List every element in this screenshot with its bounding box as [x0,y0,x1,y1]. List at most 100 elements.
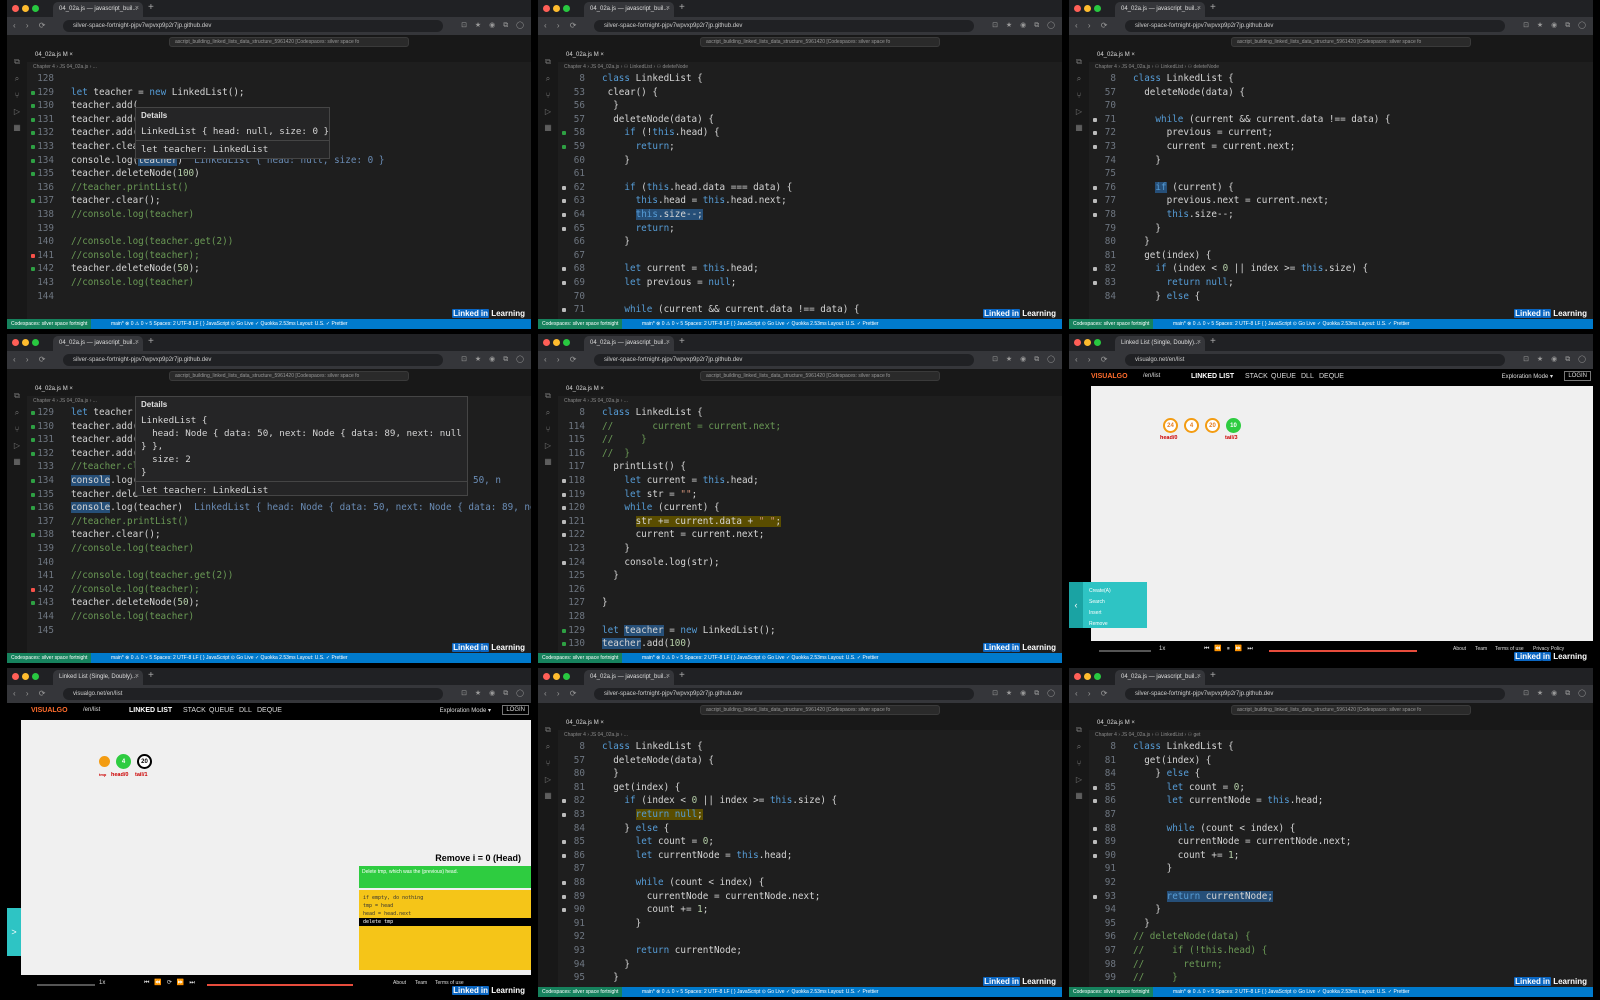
close-tab-icon[interactable]: × [1197,673,1201,680]
minimize-window-icon[interactable] [1084,673,1091,680]
speed-slider[interactable] [37,984,95,986]
list-node[interactable]: 10 [1226,418,1241,433]
new-tab-icon[interactable]: + [1210,670,1216,681]
extension-icons[interactable]: ⊡ ★ ◉ ⧉ ◯ [992,21,1058,30]
playback-buttons-icon[interactable]: ⏮⏪⏸⏩⏭ [1204,645,1258,653]
minimize-window-icon[interactable] [1084,5,1091,12]
editor-tab[interactable]: 04_02a.js M × [1097,720,1135,726]
url-field[interactable]: silver-space-fortnight-pjpv7wpvxp9p2r7jp… [1125,20,1505,32]
browser-tab[interactable]: 04_02a.js — javascript_buil... × [53,2,143,17]
explorer-icon[interactable]: ⧉ [7,57,27,67]
close-tab-icon[interactable]: × [1197,5,1201,12]
extensions-icon[interactable]: ▦ [538,123,558,132]
visualization-canvas[interactable]: 24 4 20 10 head/0 tail/3 [1091,386,1593,641]
url-field[interactable]: silver-space-fortnight-pjpv7wpvxp9p2r7jp… [1125,688,1505,700]
remote-indicator[interactable]: Codespaces: silver space fortnight [7,653,92,663]
visualization-canvas[interactable]: 24 4 20 tmp head/0 tail/1 Remove i = 0 (… [21,720,531,975]
nav-buttons-icon[interactable]: ‹ › ⟳ [1075,355,1111,364]
run-debug-icon[interactable]: ▷ [538,775,558,784]
visualgo-logo[interactable]: VISUALGO [1091,373,1128,380]
extensions-icon[interactable]: ▦ [538,457,558,466]
maximize-window-icon[interactable] [563,339,570,346]
url-field[interactable]: silver-space-fortnight-pjpv7wpvxp9p2r7jp… [594,688,974,700]
nav-deque[interactable]: DEQUE [257,707,282,714]
browser-tab[interactable]: 04_02a.js — javascript_buil... × [53,336,143,351]
command-center-search[interactable]: ascript_building_linked_lists_data_struc… [169,37,409,47]
list-node[interactable]: 4 [1184,418,1199,433]
extension-icons[interactable]: ⊡ ★ ◉ ⧉ ◯ [992,689,1058,698]
nav-buttons-icon[interactable]: ‹ › ⟳ [544,21,580,30]
extension-icons[interactable]: ⊡ ★ ◉ ⧉ ◯ [1523,689,1589,698]
editor-tab[interactable]: 04_02a.js M × [566,720,604,726]
list-node[interactable]: 24 [1163,418,1178,433]
close-window-icon[interactable] [1074,673,1081,680]
search-icon[interactable]: ⌕ [7,74,27,84]
language-path[interactable]: /en/list [83,707,100,713]
extensions-icon[interactable]: ▦ [1069,123,1089,132]
code-editor[interactable]: 8 class LinkedList {57 deleteNode(data) {… [1089,72,1593,319]
nav-deque[interactable]: DEQUE [1319,373,1344,380]
footer-team[interactable]: Team [1475,646,1487,652]
breadcrumb[interactable]: Chapter 4 › JS 04_02a.js › ⚇ LinkedList … [558,62,1062,72]
maximize-window-icon[interactable] [1094,673,1101,680]
editor-tab[interactable]: 04_02a.js M × [566,52,604,58]
search-icon[interactable]: ⌕ [538,408,558,418]
extension-icons[interactable]: ⊡ ★ ◉ ⧉ ◯ [461,21,527,30]
url-field[interactable]: silver-space-fortnight-pjpv7wpvxp9p2r7jp… [63,20,443,32]
nav-buttons-icon[interactable]: ‹ › ⟳ [544,355,580,364]
footer-about[interactable]: About [393,980,406,986]
nav-buttons-icon[interactable]: ‹ › ⟳ [1075,21,1111,30]
editor-tab[interactable]: 04_02a.js M × [35,386,73,392]
maximize-window-icon[interactable] [32,339,39,346]
breadcrumb[interactable]: Chapter 4 › JS 04_02a.js › ... [27,62,531,72]
nav-queue[interactable]: QUEUE [1271,373,1296,380]
maximize-window-icon[interactable] [1094,5,1101,12]
run-debug-icon[interactable]: ▷ [1069,775,1089,784]
extension-icons[interactable]: ⊡ ★ ◉ ⧉ ◯ [992,355,1058,364]
source-control-icon[interactable]: ⑂ [538,91,558,100]
action-search[interactable]: Search [1089,597,1111,608]
browser-tab[interactable]: Linked List (Single, Doubly)... × [53,670,143,685]
minimize-window-icon[interactable] [553,5,560,12]
extensions-icon[interactable]: ▦ [1069,791,1089,800]
expand-panel-button[interactable]: > [7,908,21,956]
command-center-search[interactable]: ascript_building_linked_lists_data_struc… [169,371,409,381]
editor-tab[interactable]: 04_02a.js M × [1097,52,1135,58]
maximize-window-icon[interactable] [32,5,39,12]
visualgo-logo[interactable]: VISUALGO [31,707,68,714]
url-field[interactable]: visualgo.net/en/list [1125,354,1505,366]
maximize-window-icon[interactable] [32,673,39,680]
close-window-icon[interactable] [543,673,550,680]
explorer-icon[interactable]: ⧉ [538,725,558,735]
new-tab-icon[interactable]: + [679,670,685,681]
url-field[interactable]: silver-space-fortnight-pjpv7wpvxp9p2r7jp… [594,20,974,32]
list-node[interactable]: 20 [1205,418,1220,433]
nav-buttons-icon[interactable]: ‹ › ⟳ [1075,689,1111,698]
browser-tab[interactable]: 04_02a.js — javascript_buil... × [584,670,674,685]
close-window-icon[interactable] [12,673,19,680]
action-remove[interactable]: Remove [1089,619,1111,630]
code-editor[interactable]: 8 class LinkedList {53 clear() {56 } 57 de… [558,72,1062,319]
nav-buttons-icon[interactable]: ‹ › ⟳ [13,689,49,698]
explorer-icon[interactable]: ⧉ [7,391,27,401]
close-tab-icon[interactable]: × [666,5,670,12]
extension-icons[interactable]: ⊡ ★ ◉ ⧉ ◯ [1523,21,1589,30]
browser-tab[interactable]: 04_02a.js — javascript_buil... × [1115,2,1205,17]
speed-slider[interactable] [1099,650,1151,652]
minimize-window-icon[interactable] [22,339,29,346]
maximize-window-icon[interactable] [563,673,570,680]
command-center-search[interactable]: ascript_building_linked_lists_data_struc… [1231,37,1471,47]
nav-linked-list[interactable]: LINKED LIST [1191,373,1234,380]
playback-buttons-icon[interactable]: ⏮⏪⟳⏩⏭ [144,979,200,987]
list-node-deleting[interactable]: 24 [99,756,110,767]
close-window-icon[interactable] [12,5,19,12]
code-editor[interactable]: 8 class LinkedList {57 deleteNode(data) {… [558,740,1062,987]
login-button[interactable]: LOGIN [502,705,529,715]
extension-icons[interactable]: ⊡ ★ ◉ ⧉ ◯ [461,689,527,698]
nav-stack[interactable]: STACK [183,707,206,714]
remote-indicator[interactable]: Codespaces: silver space fortnight [7,319,92,329]
code-editor[interactable]: 8 class LinkedList {81 get(index) {84 } e… [1089,740,1593,987]
remote-indicator[interactable]: Codespaces: silver space fortnight [1069,987,1154,997]
extensions-icon[interactable]: ▦ [538,791,558,800]
maximize-window-icon[interactable] [563,5,570,12]
